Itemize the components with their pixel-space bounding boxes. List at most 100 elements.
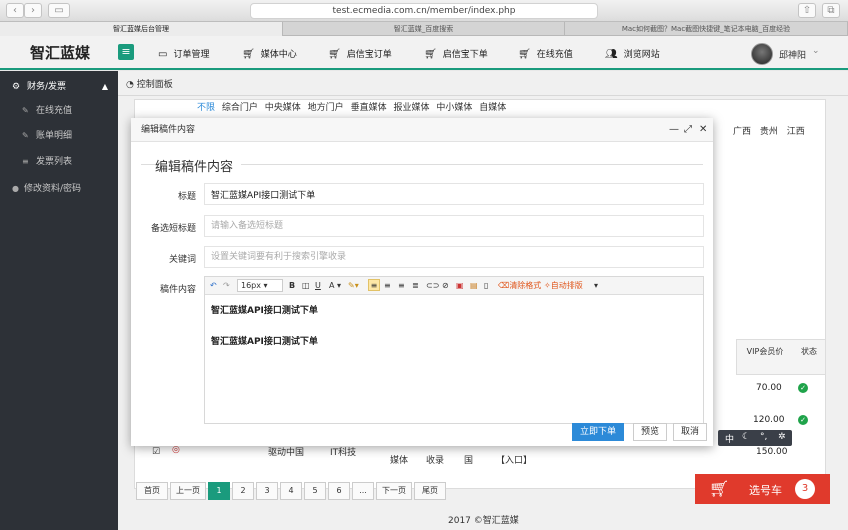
filter-item[interactable]: 中小媒体: [436, 103, 472, 113]
page-1[interactable]: 1: [208, 482, 230, 500]
filter-item[interactable]: 垂直媒体: [351, 103, 387, 113]
subtitle-input[interactable]: [204, 215, 704, 237]
filter-all[interactable]: 不限: [197, 103, 215, 113]
unlink-icon[interactable]: ⊘: [442, 280, 449, 292]
font-size-select[interactable]: 16px ▾: [237, 279, 283, 292]
page-last[interactable]: 尾页: [414, 482, 446, 500]
tab-baidu-search[interactable]: 智汇蓝媒_百度搜索: [283, 22, 565, 36]
page-next[interactable]: 下一页: [376, 482, 412, 500]
bold-icon[interactable]: B: [289, 280, 295, 292]
filter-item[interactable]: 综合门户: [222, 103, 258, 113]
sidebar-section-finance[interactable]: ⚙︎ 财务/发票 ▲: [0, 77, 118, 97]
vip-price: 120.00: [753, 415, 785, 425]
table-header: VIP会员价 状态: [736, 339, 826, 375]
page-4[interactable]: 4: [280, 482, 302, 500]
maximize-icon[interactable]: ⤢: [684, 124, 692, 136]
cart-count-badge: 3: [795, 479, 815, 499]
users-icon: 👥︎: [605, 49, 618, 60]
filter-item[interactable]: 自媒体: [479, 103, 506, 113]
nav-qixin-orders[interactable]: 🛒︎ 启信宝订单: [328, 47, 392, 60]
chevron-down-icon[interactable]: ▾: [594, 280, 598, 292]
tab-baidu-jingyan[interactable]: Mac如何截图？Mac截图快捷键_笔记本电脑_百度经验: [565, 22, 848, 36]
cancel-button[interactable]: 取消: [673, 423, 707, 441]
back-icon[interactable]: ‹: [6, 3, 24, 18]
nav-qixin-place-order[interactable]: 🛒︎ 启信宝下单: [424, 47, 488, 60]
sidebar-item-profile[interactable]: ● 修改资料/密码: [0, 179, 118, 199]
font-color-icon[interactable]: A ▾: [329, 280, 341, 292]
cart-icon: 🛒︎: [242, 49, 255, 60]
editor-content[interactable]: 智汇蓝媒API接口测试下单 智汇蓝媒API接口测试下单: [211, 303, 318, 365]
clear-format-button[interactable]: ⌫清除格式: [498, 280, 541, 292]
tabs-overview-icon[interactable]: ⧉: [822, 3, 840, 18]
file-icon[interactable]: ▯: [484, 280, 488, 292]
cart-icon: 🛒︎: [424, 49, 437, 60]
align-left-icon[interactable]: ≡: [368, 279, 380, 291]
page-3[interactable]: 3: [256, 482, 278, 500]
page-6[interactable]: 6: [328, 482, 350, 500]
site-logo[interactable]: 智汇蓝媒: [30, 42, 90, 63]
keywords-label: 关键词: [168, 255, 196, 265]
username[interactable]: 邱神阳: [779, 48, 806, 61]
multi-image-icon[interactable]: ▤: [470, 280, 478, 292]
row-checkbox[interactable]: ☑: [152, 447, 160, 457]
region-item[interactable]: 广西: [733, 127, 751, 137]
punctuation-icon[interactable]: °,: [760, 432, 767, 442]
nav-orders[interactable]: ▭ 订单管理: [158, 47, 209, 60]
region-item[interactable]: 贵州: [760, 127, 778, 137]
media-category: IT科技: [330, 448, 357, 458]
sidebar-item-invoices[interactable]: ≡ 发票列表: [0, 152, 118, 172]
forward-icon[interactable]: ›: [24, 3, 42, 18]
keywords-input[interactable]: [204, 246, 704, 268]
link-icon[interactable]: ⊂⊃: [426, 280, 439, 292]
edit-article-dialog: 编辑稿件内容 — ⤢ ✕ 编辑稿件内容 标题 备选短标题 关键词 稿件内容 ↶ …: [131, 118, 713, 446]
cart-icon: 🛒︎: [709, 479, 730, 498]
align-center-icon[interactable]: ≡: [384, 280, 391, 292]
nav-recharge[interactable]: 🛒︎ 在线充值: [518, 47, 573, 60]
gear-icon[interactable]: ✲: [778, 432, 786, 442]
page-2[interactable]: 2: [232, 482, 254, 500]
underline-icon[interactable]: U: [315, 280, 321, 292]
browser-chrome: ‹ › ▭ test.ecmedia.com.cn/member/index.p…: [0, 0, 848, 22]
tab-admin[interactable]: 智汇蓝媒后台管理: [0, 22, 283, 36]
list-icon: ≡: [22, 157, 29, 166]
preview-button[interactable]: 预览: [633, 423, 667, 441]
sidebar-toggle-icon[interactable]: ▭: [48, 3, 70, 18]
rich-text-editor[interactable]: ↶ ↷ 16px ▾ B ◫ U A ▾ ✎▾ ≡ ≡ ≡ ≣ ⊂⊃ ⊘ ▣ ▤…: [204, 276, 704, 424]
minimize-icon[interactable]: —: [669, 124, 679, 136]
redo-icon[interactable]: ↷: [223, 280, 230, 292]
filter-item[interactable]: 地方门户: [308, 103, 344, 113]
entry-link[interactable]: 【入口】: [496, 453, 532, 466]
title-input[interactable]: [204, 183, 704, 205]
align-justify-icon[interactable]: ≣: [412, 280, 419, 292]
undo-icon[interactable]: ↶: [210, 280, 217, 292]
submit-order-button[interactable]: 立即下单: [572, 423, 624, 441]
chevron-down-icon[interactable]: ⌄: [812, 46, 820, 56]
filter-item[interactable]: 报业媒体: [393, 103, 429, 113]
media-name: 驱动中国: [268, 448, 305, 458]
nav-media-center[interactable]: 🛒︎ 媒体中心: [242, 47, 297, 60]
highlight-icon[interactable]: ✎▾: [348, 280, 359, 292]
region-item[interactable]: 江西: [787, 127, 805, 137]
sidebar-item-bills[interactable]: ✎ 账单明细: [0, 126, 118, 146]
share-icon[interactable]: ⇧: [798, 3, 816, 18]
section-title: 编辑稿件内容: [155, 156, 242, 175]
menu-toggle-icon[interactable]: ≡: [118, 44, 134, 60]
filter-row: 不限 综合门户 中央媒体 地方门户 垂直媒体 报业媒体 中小媒体 自媒体: [197, 100, 510, 113]
auto-layout-button[interactable]: ✧自动排版: [544, 280, 583, 292]
avatar[interactable]: [751, 43, 773, 65]
italic-icon[interactable]: ◫: [302, 280, 310, 292]
align-right-icon[interactable]: ≡: [398, 280, 405, 292]
address-bar[interactable]: test.ecmedia.com.cn/member/index.php: [250, 3, 598, 19]
filter-item[interactable]: 中央媒体: [265, 103, 301, 113]
page-5[interactable]: 5: [304, 482, 326, 500]
ime-lang-toggle[interactable]: 中: [725, 432, 734, 445]
page-first[interactable]: 首页: [136, 482, 168, 500]
nav-browse-site[interactable]: 👥︎ 浏览网站: [605, 47, 660, 60]
cart-icon: 🛒︎: [328, 49, 341, 60]
cart-button[interactable]: 🛒︎ 选号车 3: [695, 474, 830, 504]
moon-icon[interactable]: ☾: [742, 432, 750, 442]
page-prev[interactable]: 上一页: [170, 482, 206, 500]
image-icon[interactable]: ▣: [456, 280, 464, 292]
close-icon[interactable]: ✕: [699, 124, 707, 136]
sidebar-item-recharge[interactable]: ✎ 在线充值: [0, 101, 118, 121]
